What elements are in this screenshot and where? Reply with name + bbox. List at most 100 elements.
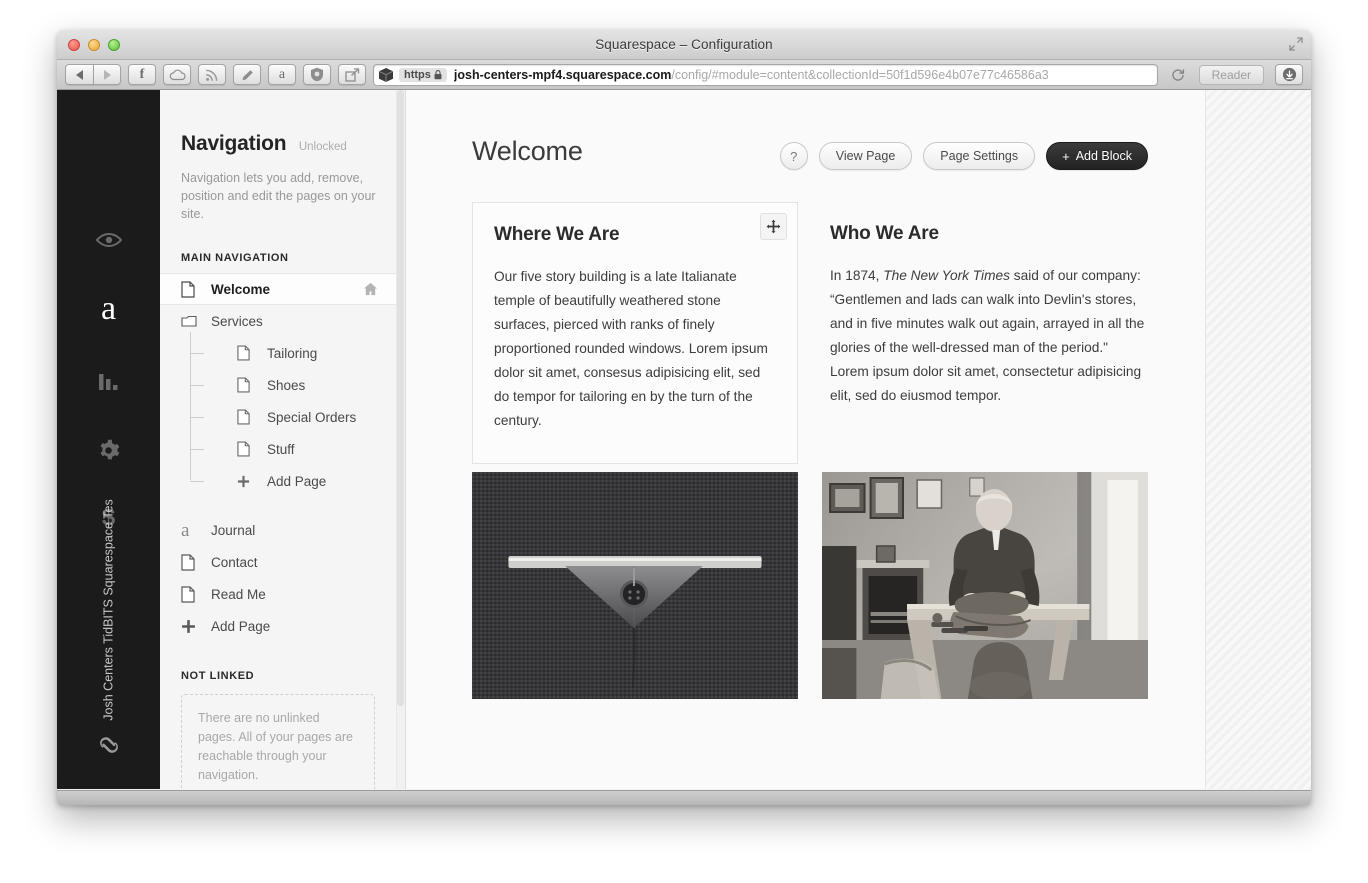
- sidebar-item-label: Tailoring: [267, 345, 318, 361]
- main-navigation-list: Welcome Services Tailoring Shoes Special…: [160, 273, 396, 497]
- rail-item-preview[interactable]: [57, 225, 160, 255]
- block-body-part2: said of our company: “Gentlemen and lads…: [830, 268, 1145, 403]
- tailor-at-work-photo[interactable]: [822, 472, 1148, 699]
- content-area: Welcome ? View Page Page Settings + Add …: [406, 90, 1311, 789]
- text-block-who-we-are[interactable]: Who We Are In 1874, The New York Times s…: [822, 202, 1148, 438]
- page-canvas: Welcome ? View Page Page Settings + Add …: [406, 90, 1206, 789]
- page-actions: ? View Page Page Settings + Add Block: [779, 142, 1148, 170]
- sidebar-item-stuff[interactable]: Stuff: [160, 433, 396, 465]
- url-host: josh-centers-mpf4.squarespace.com: [453, 67, 672, 82]
- block-body: In 1874, The New York Times said of our …: [830, 264, 1148, 408]
- amazon-icon[interactable]: a: [268, 64, 296, 85]
- page-icon: [181, 280, 201, 298]
- sidebar-item-special-orders[interactable]: Special Orders: [160, 401, 396, 433]
- share-icon[interactable]: [338, 64, 366, 85]
- block-column-left: Where We Are Our five story building is …: [472, 202, 810, 464]
- gear-icon: [100, 439, 120, 459]
- navigation-header: Navigation Unlocked Navigation lets you …: [160, 90, 396, 223]
- site-name-text: Josh Centers TidBITS Squarespace Tes: [101, 499, 116, 721]
- page-icon: [237, 409, 257, 425]
- rail-item-metrics[interactable]: [57, 365, 160, 395]
- sidebar-item-label: Journal: [211, 522, 256, 538]
- icloud-icon[interactable]: [163, 64, 191, 85]
- reload-icon[interactable]: [1171, 68, 1185, 82]
- sidebar-item-journal[interactable]: a Journal: [160, 514, 396, 546]
- block-title: Where We Are: [494, 224, 620, 245]
- tree-connector: [190, 385, 204, 386]
- image-column-left: [472, 472, 810, 699]
- plus-icon: +: [1062, 148, 1070, 164]
- sidebar-item-shoes[interactable]: Shoes: [160, 369, 396, 401]
- sidebar-item-label: Stuff: [267, 441, 295, 457]
- rss-icon[interactable]: [198, 64, 226, 85]
- sidebar-item-label: Welcome: [211, 281, 271, 297]
- navigation-heading: Navigation: [181, 132, 287, 155]
- sidebar-add-page-button[interactable]: Add Page: [160, 610, 396, 642]
- block-column-right: Who We Are In 1874, The New York Times s…: [810, 202, 1148, 464]
- security-label: https: [404, 68, 431, 81]
- navigation-lock-status: Unlocked: [298, 141, 347, 153]
- page-icon: [237, 441, 257, 457]
- browser-toolbar: f a https josh-centers-mpf4.squarespace.…: [57, 60, 1311, 90]
- journal-a-icon: a: [181, 519, 190, 541]
- plus-icon: [237, 475, 257, 488]
- sidebar-item-tailoring[interactable]: Tailoring: [160, 337, 396, 369]
- secondary-navigation-list: a Journal Contact Read Me Add Page: [160, 514, 396, 642]
- navigation-description: Navigation lets you add, remove, positio…: [181, 171, 376, 221]
- window-titlebar: Squarespace – Configuration: [57, 30, 1311, 60]
- forward-button[interactable]: [93, 64, 121, 85]
- sidebar-item-label: Services: [211, 313, 263, 329]
- cube-icon: [378, 67, 394, 82]
- onepassword-icon[interactable]: [303, 64, 331, 85]
- squarespace-logo-icon[interactable]: [57, 733, 160, 757]
- not-linked-empty-state: There are no unlinked pages. All of your…: [181, 694, 375, 789]
- sidebar-scrollbar-thumb[interactable]: [397, 90, 404, 706]
- page-viewport: a $ Josh Centers TidBITS Squarespace Tes…: [57, 90, 1311, 789]
- tree-connector: [190, 417, 204, 418]
- microphone-icon[interactable]: [233, 64, 261, 85]
- tree-connector: [190, 481, 204, 482]
- view-page-button[interactable]: View Page: [818, 142, 913, 170]
- home-icon[interactable]: [363, 282, 378, 296]
- fullscreen-icon[interactable]: [1289, 37, 1303, 51]
- url-text: josh-centers-mpf4.squarespace.com/config…: [454, 68, 1049, 82]
- security-badge: https: [399, 67, 447, 82]
- sidebar-item-welcome[interactable]: Welcome: [160, 273, 396, 305]
- sidebar-item-read-me[interactable]: Read Me: [160, 578, 396, 610]
- sidebar-item-label: Special Orders: [267, 409, 357, 425]
- nav-button-group: [65, 64, 121, 85]
- lock-icon: [434, 69, 442, 79]
- tree-connector: [190, 449, 204, 450]
- sidebar-scrollbar[interactable]: [396, 90, 405, 789]
- add-block-label: Add Block: [1075, 149, 1132, 163]
- block-body-part1: In 1874,: [830, 268, 884, 283]
- page-settings-button[interactable]: Page Settings: [923, 142, 1036, 170]
- help-button[interactable]: ?: [779, 142, 808, 170]
- block-body-emphasis: The New York Times: [883, 268, 1010, 283]
- metrics-bar-icon: [98, 374, 117, 390]
- suit-pocket-photo[interactable]: [472, 472, 798, 699]
- back-button[interactable]: [65, 64, 93, 85]
- plus-icon: [181, 619, 201, 634]
- move-handle-icon[interactable]: [760, 213, 787, 240]
- block-title: Who We Are: [830, 223, 939, 244]
- navigation-scroll-area: Navigation Unlocked Navigation lets you …: [160, 90, 396, 789]
- sidebar-item-services[interactable]: Services: [160, 305, 396, 337]
- sidebar-item-contact[interactable]: Contact: [160, 546, 396, 578]
- url-path: /config/#module=content&collectionId=50f…: [671, 67, 1049, 82]
- site-name-vertical: Josh Centers TidBITS Squarespace Tes: [57, 460, 160, 760]
- add-block-button[interactable]: + Add Block: [1046, 142, 1148, 170]
- sidebar-add-page-child-button[interactable]: Add Page: [160, 465, 396, 497]
- app-rail: a $ Josh Centers TidBITS Squarespace Tes: [57, 90, 160, 789]
- browser-window: Squarespace – Configuration f a https jo…: [57, 30, 1311, 805]
- downloads-button[interactable]: [1275, 64, 1303, 85]
- page-icon: [237, 345, 257, 361]
- text-block-where-we-are[interactable]: Where We Are Our five story building is …: [472, 202, 798, 464]
- facebook-icon[interactable]: f: [128, 64, 156, 85]
- not-linked-label: NOT LINKED: [181, 670, 255, 682]
- reader-button[interactable]: Reader: [1198, 64, 1264, 85]
- address-bar[interactable]: https josh-centers-mpf4.squarespace.com/…: [373, 63, 1158, 86]
- rail-item-content[interactable]: a: [57, 288, 160, 330]
- window-bottom-bar: [57, 790, 1311, 805]
